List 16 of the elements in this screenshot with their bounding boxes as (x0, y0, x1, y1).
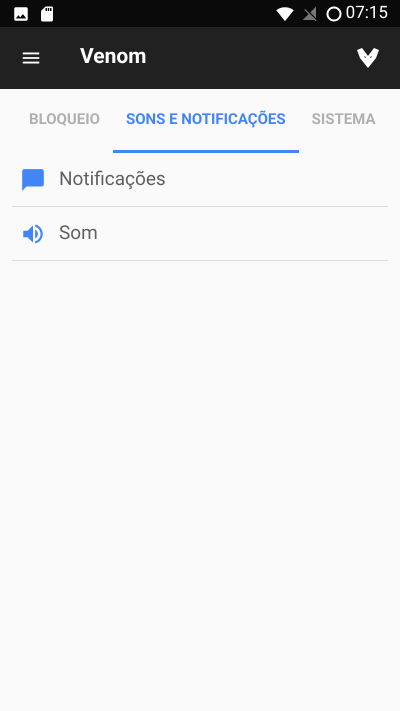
tab[interactable]: BLOQUEIO (16, 89, 113, 153)
wifi-icon (276, 4, 294, 22)
clock: 07:15 (346, 2, 388, 25)
row-label: Som (59, 220, 98, 246)
no-signal-icon (302, 6, 318, 22)
settings-row[interactable]: Notificações (12, 153, 388, 207)
app-title: Venom (80, 44, 146, 72)
settings-row[interactable]: Som (12, 207, 388, 261)
image-icon (12, 4, 30, 22)
viper-logo-icon[interactable] (356, 46, 380, 70)
circle-icon (326, 6, 342, 22)
chat-bubble-icon (20, 166, 46, 192)
sd-card-icon (38, 4, 56, 22)
tab[interactable]: SONS E NOTIFICAÇÕES (112, 89, 299, 153)
row-label: Notificações (59, 166, 166, 192)
tab[interactable]: SISTEMA (298, 89, 389, 153)
